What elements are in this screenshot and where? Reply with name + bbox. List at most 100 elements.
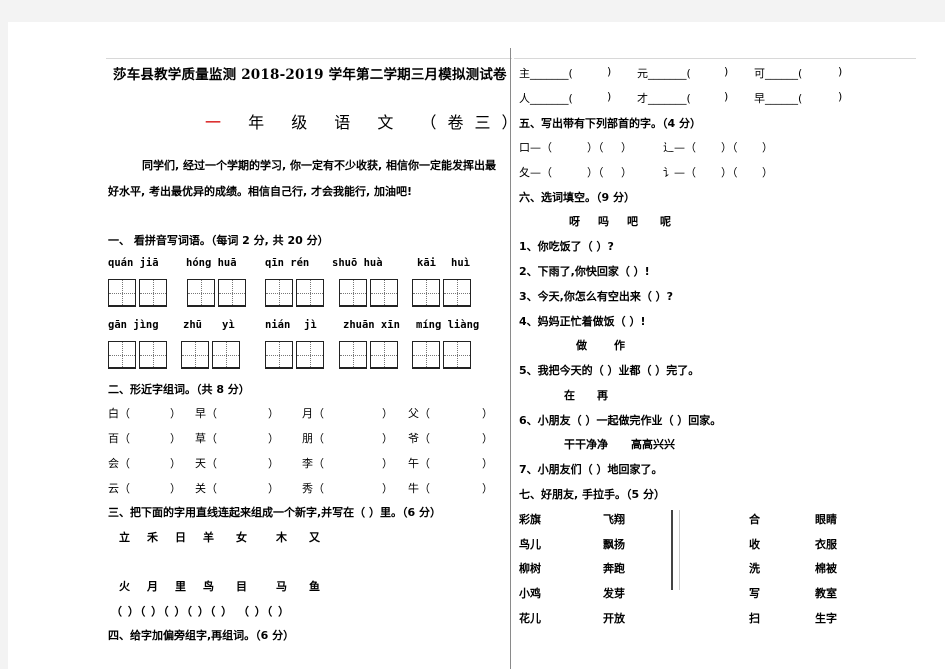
writing-box[interactable] (181, 341, 209, 369)
header-rule-right (514, 58, 916, 59)
answer-blank-close[interactable]: ） (482, 455, 493, 471)
answer-blank-close[interactable]: ) (607, 65, 611, 78)
similar-char-item: 午（ (408, 457, 430, 470)
answer-blank-close[interactable]: ） (268, 455, 279, 471)
writing-box[interactable] (443, 279, 471, 307)
writing-box[interactable] (296, 279, 324, 307)
answer-blank-close[interactable]: ） (268, 480, 279, 496)
answer-blank-close[interactable]: ） (382, 455, 393, 471)
similar-char-item: 白（ (108, 407, 130, 420)
writing-box[interactable] (370, 341, 398, 369)
writing-box[interactable] (443, 341, 471, 369)
match-item[interactable]: 柳树 (519, 560, 541, 576)
answer-blank[interactable]: ）（ (587, 164, 604, 180)
intro-line-2: 好水平, 考出最优异的成绩。相信自己行, 才会我能行, 加油吧! (108, 185, 413, 198)
match-item[interactable]: 开放 (603, 610, 625, 626)
answer-blank-close[interactable]: ) (724, 90, 728, 103)
similar-char-item: 早（ (195, 407, 217, 420)
subtitle-text: 年 级 语 文 （卷三） (248, 113, 529, 132)
match-item[interactable]: 扫 (749, 610, 760, 626)
similar-char-item: 草（ (195, 432, 217, 445)
answer-blank-close[interactable]: ） (382, 430, 393, 446)
writing-box[interactable] (339, 341, 367, 369)
writing-box[interactable] (339, 279, 367, 307)
question-3: 3、今天,你怎么有空出来（ ）? (519, 290, 674, 303)
exam-title: 莎车县教学质量监测 2018-2019 学年第二学期三月模拟测试卷 (113, 67, 507, 83)
similar-char-item: 爷（ (408, 432, 430, 445)
match-item[interactable]: 鸟儿 (519, 536, 541, 552)
match-item[interactable]: 飞翔 (603, 511, 625, 527)
writing-box[interactable] (139, 279, 167, 307)
writing-box[interactable] (296, 341, 324, 369)
radical-char-top: 羊 (203, 531, 214, 544)
radical-char-bottom: 里 (175, 580, 186, 593)
writing-box[interactable] (218, 279, 246, 307)
answer-blank-close[interactable]: ） (170, 430, 181, 446)
writing-box[interactable] (187, 279, 215, 307)
writing-box[interactable] (265, 341, 293, 369)
writing-box[interactable] (265, 279, 293, 307)
answer-blank[interactable]: ）（ (721, 164, 738, 180)
radical-char-bottom: 鸟 (203, 580, 214, 593)
matching-divider (671, 510, 673, 590)
answer-blank-close[interactable]: ) (838, 90, 842, 103)
answer-blank[interactable]: ）（ (587, 139, 604, 155)
answer-blank-close[interactable]: ） (268, 405, 279, 421)
answer-blanks[interactable]: （ ）（ ）（ ）（ ）（ ） （ ）（ ） (111, 603, 290, 619)
answer-blank[interactable]: ） (762, 164, 773, 180)
section1-heading: 一、 看拼音写词语。（每词 2 分, 共 20 分） (108, 234, 329, 247)
radical-char-top: 立 (119, 531, 130, 544)
match-item[interactable]: 奔跑 (603, 560, 625, 576)
match-item[interactable]: 飘扬 (603, 536, 625, 552)
word-option: 吧 (627, 215, 638, 228)
similar-char-item: 朋（ (302, 432, 324, 445)
writing-box[interactable] (108, 279, 136, 307)
answer-blank-close[interactable]: ） (170, 480, 181, 496)
answer-blank-close[interactable]: ) (724, 65, 728, 78)
writing-box[interactable] (212, 341, 240, 369)
match-item[interactable]: 彩旗 (519, 511, 541, 527)
similar-char-item: 秀（ (302, 482, 324, 495)
match-item[interactable]: 衣服 (815, 536, 837, 552)
answer-blank[interactable]: ） (621, 139, 632, 155)
match-item[interactable]: 合 (749, 511, 760, 527)
pinyin-13: míng liàng (416, 319, 480, 331)
answer-blank-close[interactable]: ) (607, 90, 611, 103)
match-item[interactable]: 花儿 (519, 610, 541, 626)
answer-blank-close[interactable]: ） (382, 405, 393, 421)
question-4: 4、妈妈正忙着做饭（ ）! (519, 315, 646, 328)
similar-char-item: 关（ (195, 482, 217, 495)
match-item[interactable]: 眼睛 (815, 511, 837, 527)
match-item[interactable]: 写 (749, 585, 760, 601)
word-option: 在 (564, 389, 575, 402)
writing-box[interactable] (412, 341, 440, 369)
answer-blank-close[interactable]: ） (482, 430, 493, 446)
match-item[interactable]: 发芽 (603, 585, 625, 601)
answer-blank-close[interactable]: ) (838, 65, 842, 78)
writing-box[interactable] (139, 341, 167, 369)
match-item[interactable]: 洗 (749, 560, 760, 576)
section2-heading: 二、形近字组词。（共 8 分） (108, 383, 250, 396)
answer-blank-close[interactable]: ） (170, 455, 181, 471)
writing-box[interactable] (370, 279, 398, 307)
pinyin-5: kāi (417, 257, 436, 269)
match-item[interactable]: 教室 (815, 585, 837, 601)
writing-box[interactable] (108, 341, 136, 369)
match-item[interactable]: 棉被 (815, 560, 837, 576)
word-option: 做 (576, 339, 587, 352)
writing-box[interactable] (412, 279, 440, 307)
answer-blank-close[interactable]: ） (482, 480, 493, 496)
match-item[interactable]: 生字 (815, 610, 837, 626)
match-item[interactable]: 收 (749, 536, 760, 552)
answer-blank-close[interactable]: ） (482, 405, 493, 421)
answer-blank-close[interactable]: ） (382, 480, 393, 496)
answer-blank[interactable]: ） (762, 139, 773, 155)
radical-char-top: 木 (276, 531, 287, 544)
add-radical-item: 人_______( (519, 92, 573, 105)
answer-blank[interactable]: ）（ (721, 139, 738, 155)
answer-blank-close[interactable]: ） (268, 430, 279, 446)
word-option: 干干净净 (564, 438, 608, 451)
answer-blank-close[interactable]: ） (170, 405, 181, 421)
answer-blank[interactable]: ） (621, 164, 632, 180)
match-item[interactable]: 小鸡 (519, 585, 541, 601)
